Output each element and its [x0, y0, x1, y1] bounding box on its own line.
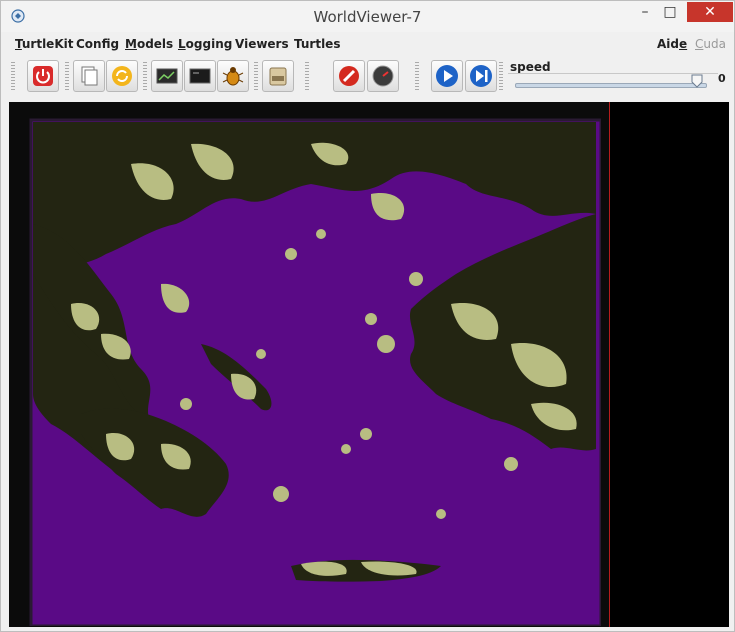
power-icon: [33, 66, 53, 86]
speed-slider-track[interactable]: [515, 83, 707, 88]
gauge-button[interactable]: [367, 60, 399, 92]
play-button[interactable]: [431, 60, 463, 92]
viewer-button[interactable]: [151, 60, 183, 92]
toolbar-grip[interactable]: [499, 62, 503, 92]
play-icon: [436, 65, 458, 87]
step-button[interactable]: [465, 60, 497, 92]
console-icon: [189, 68, 211, 84]
jar-icon: [269, 67, 287, 86]
toolbar: speed 0: [9, 56, 727, 100]
copy-button[interactable]: [73, 60, 105, 92]
toolbar-grip[interactable]: [143, 62, 147, 92]
maximize-button[interactable]: □: [659, 2, 681, 22]
speed-separator: [508, 73, 718, 74]
menu-config[interactable]: Config: [76, 37, 119, 51]
window-title: WorldViewer-7: [313, 8, 422, 26]
close-button[interactable]: ✕: [687, 2, 733, 22]
speed-value: 0: [718, 72, 726, 85]
menu-viewers[interactable]: Viewers: [235, 37, 289, 51]
toolbar-grip[interactable]: [415, 62, 419, 92]
menu-logging[interactable]: Logging: [178, 37, 232, 51]
menu-turtlekit[interactable]: TurtleKit: [15, 37, 73, 51]
toolbar-grip[interactable]: [11, 62, 15, 92]
app-window: WorldViewer-7 – □ ✕ TurtleKit Config Mod…: [0, 0, 735, 632]
jar-button[interactable]: [262, 60, 294, 92]
menu-aide[interactable]: Aide: [657, 37, 687, 51]
toolbar-grip[interactable]: [254, 62, 258, 92]
stop-button[interactable]: [333, 60, 365, 92]
title-bar[interactable]: WorldViewer-7 – □ ✕: [1, 1, 734, 32]
step-icon: [470, 65, 492, 87]
menu-bar: TurtleKit Config Models Logging Viewers …: [9, 34, 727, 54]
copy-icon: [81, 66, 98, 86]
side-panel: [610, 102, 729, 627]
minimize-button[interactable]: –: [631, 2, 659, 22]
reload-button[interactable]: [106, 60, 138, 92]
debug-button[interactable]: [217, 60, 249, 92]
world-map[interactable]: [11, 104, 601, 626]
monitor-icon: [156, 68, 178, 84]
reload-icon: [112, 66, 132, 86]
quit-button[interactable]: [27, 60, 59, 92]
speed-slider-thumb[interactable]: [691, 74, 703, 88]
stop-icon: [339, 66, 359, 86]
bug-icon: [222, 67, 244, 86]
menu-cuda: Cuda: [695, 37, 726, 51]
toolbar-grip[interactable]: [305, 62, 309, 92]
speed-label: speed: [510, 60, 551, 74]
world-view[interactable]: [9, 102, 729, 627]
toolbar-grip[interactable]: [65, 62, 69, 92]
gauge-icon: [372, 65, 394, 87]
menu-models[interactable]: Models: [125, 37, 173, 51]
menu-turtles[interactable]: Turtles: [294, 37, 340, 51]
console-button[interactable]: [184, 60, 216, 92]
